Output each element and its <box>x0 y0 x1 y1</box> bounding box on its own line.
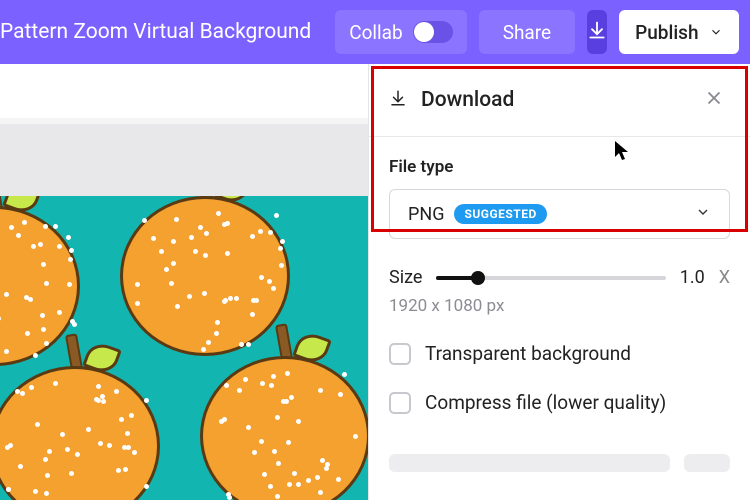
chevron-down-icon <box>695 204 711 224</box>
suggested-badge: SUGGESTED <box>454 204 546 224</box>
checkbox[interactable] <box>389 343 411 365</box>
checkbox[interactable] <box>389 392 411 414</box>
transparent-bg-option[interactable]: Transparent background <box>389 342 730 365</box>
slider-thumb[interactable] <box>471 271 485 285</box>
compress-file-label: Compress file (lower quality) <box>425 391 666 414</box>
compress-file-option[interactable]: Compress file (lower quality) <box>389 391 730 414</box>
collab-label: Collab <box>349 21 402 44</box>
dimensions-text: 1920 x 1080 px <box>389 296 730 316</box>
file-type-label: File type <box>389 157 730 177</box>
canvas-area <box>0 124 368 500</box>
loading-placeholder <box>389 454 730 472</box>
file-type-value: PNG <box>408 204 444 225</box>
document-title[interactable]: Pattern Zoom Virtual Background <box>0 20 311 44</box>
panel-header: Download <box>369 64 750 137</box>
download-icon <box>587 20 607 45</box>
size-value: 1.0 <box>680 267 705 288</box>
download-button[interactable] <box>587 10 607 54</box>
size-multiplier: X <box>719 267 730 288</box>
app-header: Pattern Zoom Virtual Background Collab S… <box>0 0 750 64</box>
size-label: Size <box>389 267 422 288</box>
download-icon <box>389 89 407 111</box>
size-slider[interactable] <box>436 276 665 280</box>
collab-toggle[interactable] <box>413 21 453 43</box>
panel-title: Download <box>421 88 514 112</box>
publish-button[interactable]: Publish <box>619 10 738 54</box>
canvas-preview[interactable] <box>0 196 368 500</box>
download-panel: Download File type PNG SUGGESTED Size 1.… <box>368 64 750 500</box>
transparent-bg-label: Transparent background <box>425 342 631 365</box>
close-button[interactable] <box>700 86 728 114</box>
size-row: Size 1.0 X <box>389 267 730 288</box>
close-icon <box>703 87 725 113</box>
collab-button[interactable]: Collab <box>335 10 466 54</box>
chevron-down-icon <box>709 21 723 44</box>
panel-body: File type PNG SUGGESTED Size 1.0 X 1920 … <box>369 137 750 472</box>
share-button[interactable]: Share <box>479 10 575 54</box>
file-type-select[interactable]: PNG SUGGESTED <box>389 189 730 239</box>
